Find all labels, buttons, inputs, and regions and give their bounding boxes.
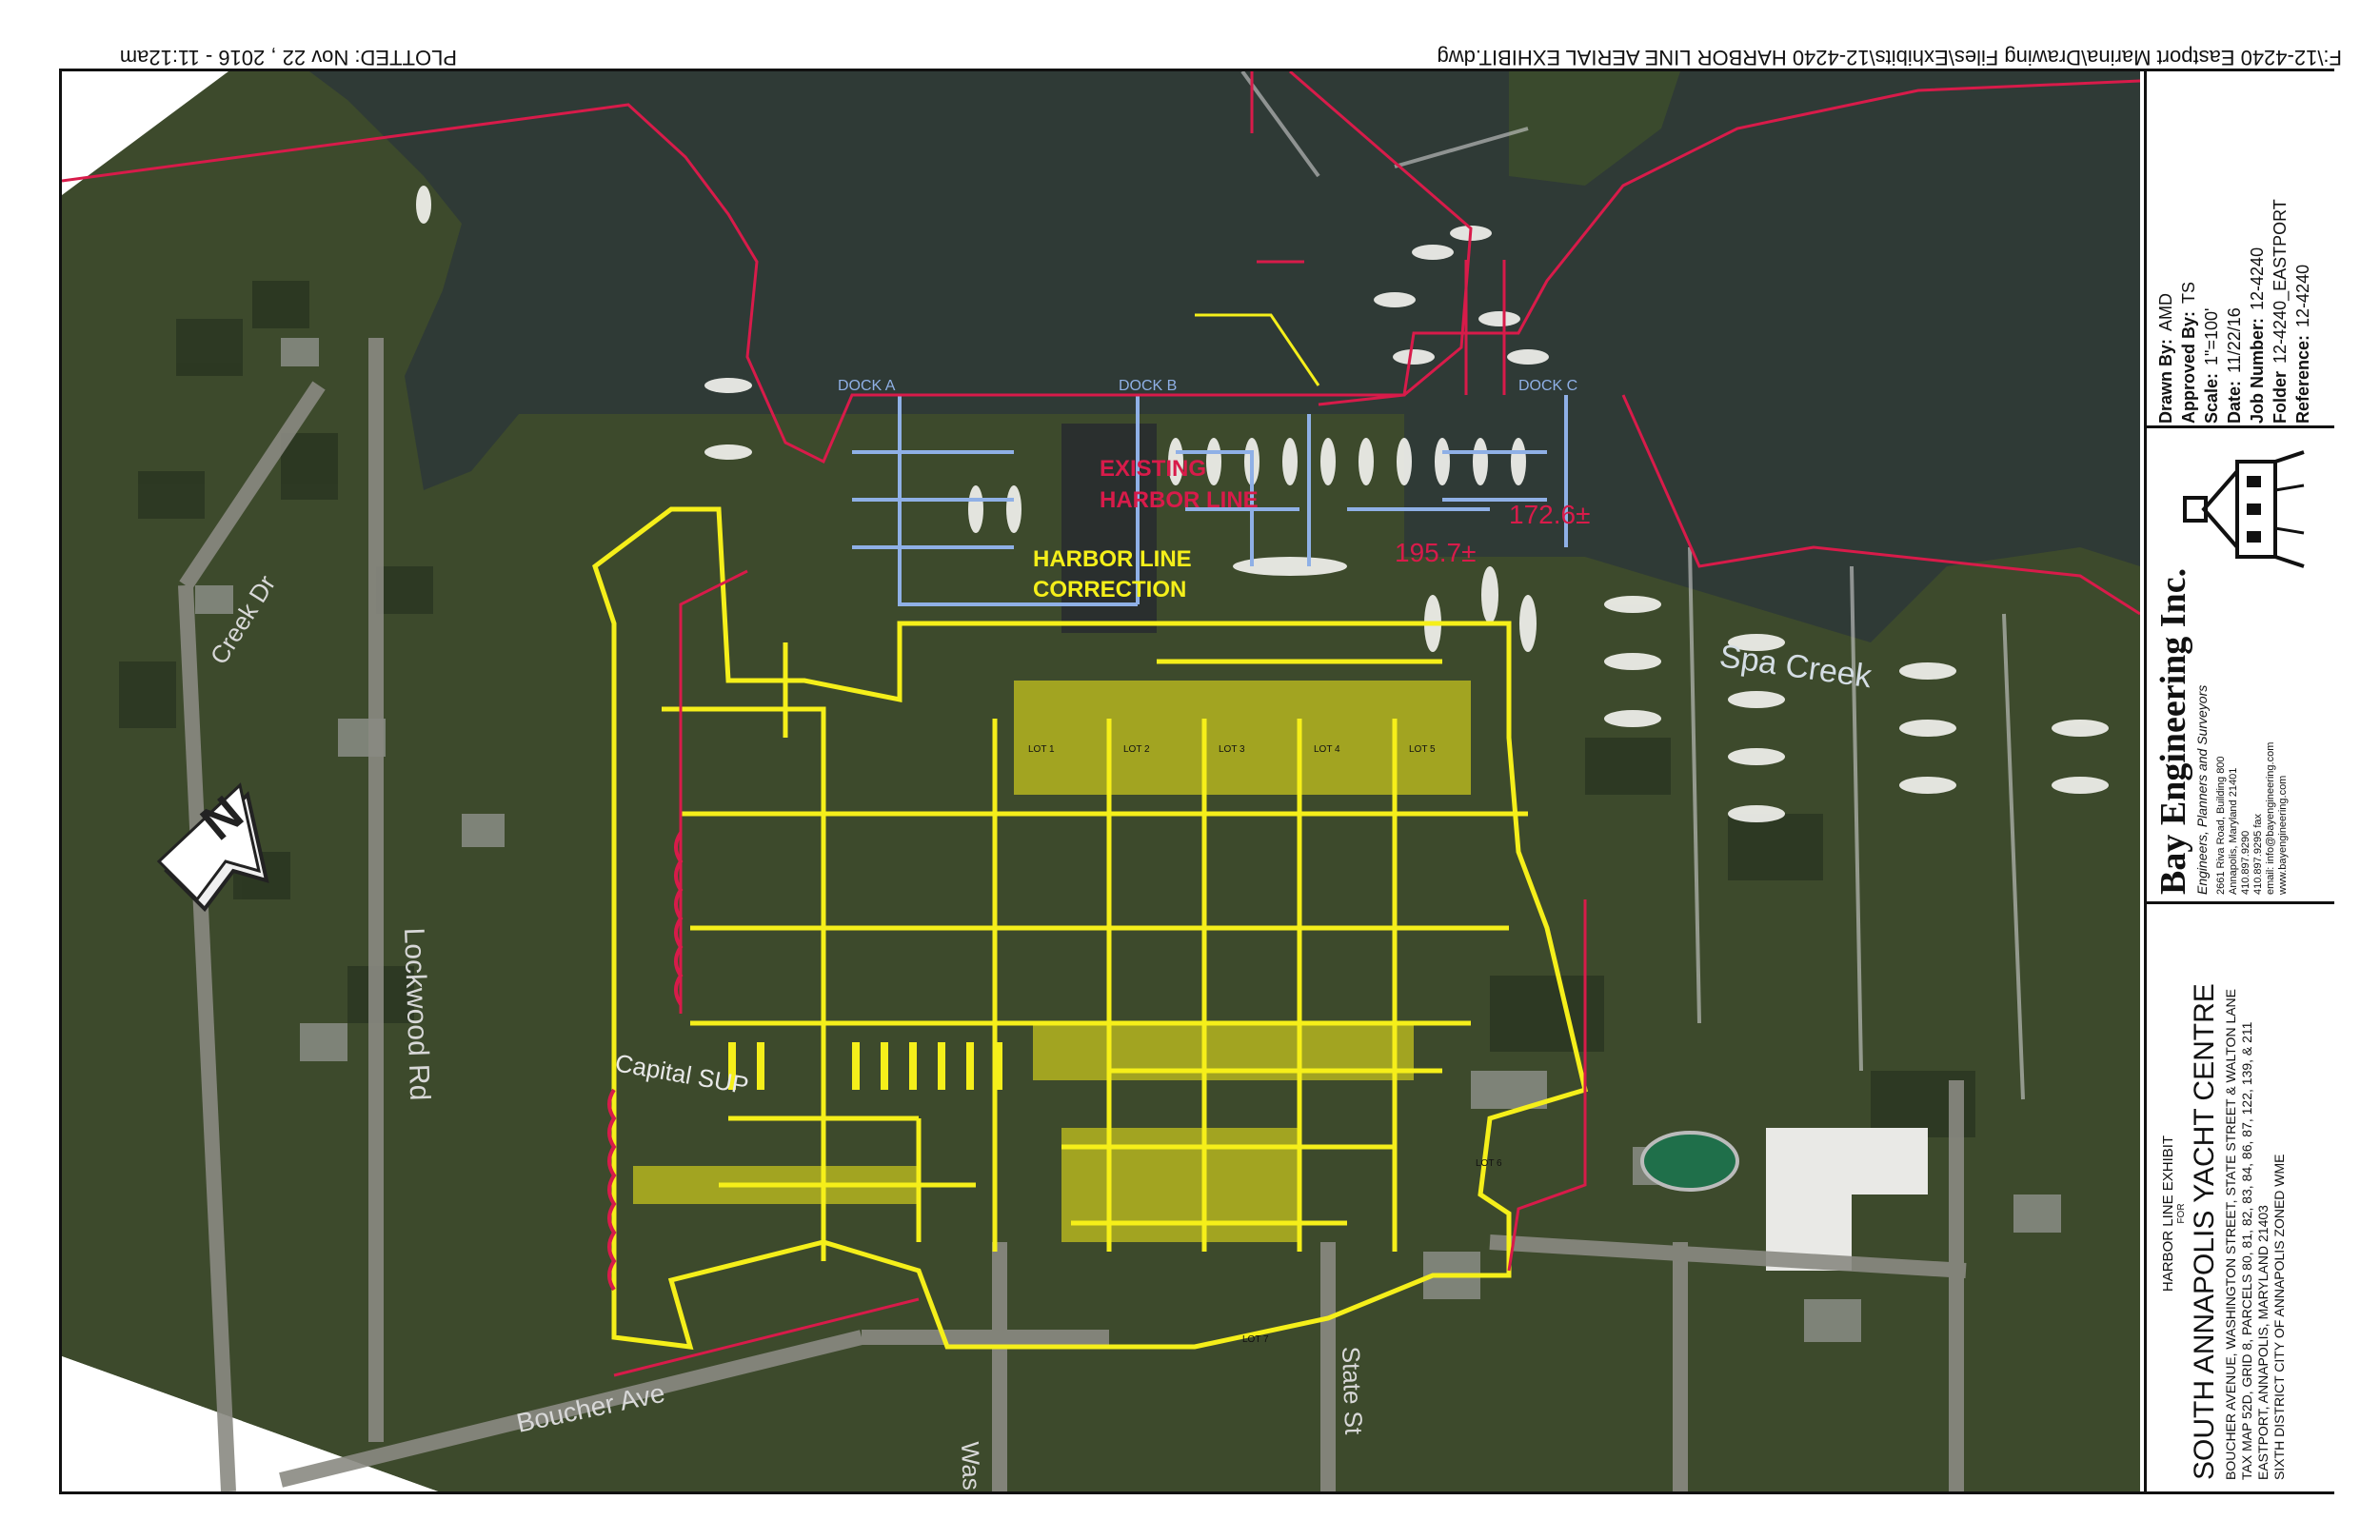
dock-a-label: DOCK A [838, 378, 896, 394]
harbor-line-correction-label-2: CORRECTION [1033, 577, 1186, 602]
title-block: Drawn By:AMD Approved By:TS Scale:1"=100… [2144, 71, 2334, 1491]
reference: Reference:12-4240 [2293, 264, 2312, 424]
project-line-3: EASTPORT, ANNAPOLIS, MARYLAND 21403 [2255, 1205, 2271, 1480]
approved-by: Approved By:TS [2179, 281, 2198, 424]
date: Date:11/22/16 [2225, 307, 2244, 424]
job-number: Job Number:12-4240 [2248, 247, 2267, 424]
project-name: SOUTH ANNAPOLIS YACHT CENTRE [2189, 983, 2220, 1480]
lot-label: LOT 7 [1242, 1334, 1269, 1345]
dock-b-label: DOCK B [1119, 378, 1177, 394]
drawing-info: Drawn By:AMD Approved By:TS Scale:1"=100… [2147, 71, 2334, 428]
folder: Folder12-4240_EASTPORT [2271, 199, 2290, 424]
aerial-map[interactable]: N EXISTING HARBOR LINE HARBOR LINE CORRE… [62, 71, 2140, 1491]
dimension-195-7: 195.7± [1395, 538, 1476, 567]
existing-harbor-line-label-2: HARBOR LINE [1100, 487, 1259, 513]
scale: Scale:1"=100' [2202, 307, 2221, 424]
dimension-172-6: 172.6± [1509, 500, 1590, 529]
dock-c-label: DOCK C [1518, 378, 1577, 394]
company-block: Bay Engineering Inc. Engineers, Planners… [2147, 428, 2334, 904]
exhibit-title: HARBOR LINE EXHIBIT [2160, 1135, 2176, 1293]
lockwood-label: Lockwood Rd [398, 927, 435, 1101]
state-st-label: State St [1337, 1346, 1368, 1435]
company-name: Bay Engineering Inc. [2153, 567, 2193, 895]
project-line-2: TAX MAP 52D, GRID 8, PARCELS 80, 81, 82,… [2239, 1021, 2254, 1480]
company-tagline: Engineers, Planners and Surveyors [2194, 684, 2210, 895]
existing-harbor-line-label-1: EXISTING [1100, 456, 1206, 482]
aerial-map-canvas: N EXISTING HARBOR LINE HARBOR LINE CORRE… [62, 71, 2140, 1491]
project-line-1: BOUCHER AVENUE, WASHINGTON STREET, STATE… [2223, 988, 2238, 1480]
lot-label: LOT 6 [1476, 1158, 1502, 1169]
lot-label: LOT 5 [1409, 744, 1436, 755]
drawn-by: Drawn By:AMD [2156, 292, 2175, 424]
project-line-4: SIXTH DISTRICT CITY OF ANNAPOLIS ZONED W… [2271, 1154, 2287, 1480]
lot-label: LOT 3 [1219, 744, 1245, 755]
project-block: HARBOR LINE EXHIBIT FOR SOUTH ANNAPOLIS … [2147, 904, 2334, 1491]
washington-st-label: Wash [956, 1441, 986, 1491]
lot-label: LOT 1 [1028, 744, 1055, 755]
lot-label: LOT 4 [1314, 744, 1340, 755]
lighthouse-logo-icon [2183, 450, 2305, 568]
harbor-line-correction-label-1: HARBOR LINE [1033, 546, 1192, 572]
lot-label: LOT 2 [1123, 744, 1150, 755]
exhibit-for: FOR [2176, 1203, 2187, 1224]
